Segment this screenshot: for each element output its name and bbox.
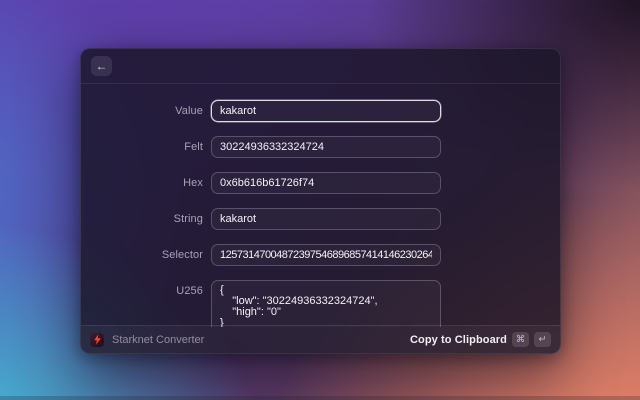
form-row-selector: Selector bbox=[81, 244, 560, 266]
command-key-icon: ⌘ bbox=[512, 332, 529, 347]
titlebar: ← bbox=[81, 49, 560, 84]
form-row-value: Value bbox=[81, 100, 560, 122]
selector-label: Selector bbox=[161, 249, 203, 261]
felt-label: Felt bbox=[184, 141, 203, 153]
value-label: Value bbox=[175, 105, 203, 117]
form-row-u256: U256 { "low": "30224936332324724", "high… bbox=[81, 280, 560, 327]
footer-bar: Starknet Converter Copy to Clipboard ⌘ ↵ bbox=[81, 325, 560, 353]
form-row-string: String bbox=[81, 208, 560, 230]
copy-to-clipboard-button[interactable]: Copy to Clipboard ⌘ ↵ bbox=[410, 332, 551, 347]
form-row-hex: Hex bbox=[81, 172, 560, 194]
lightning-bolt-icon bbox=[90, 332, 104, 347]
string-label: String bbox=[173, 213, 203, 225]
copy-to-clipboard-label: Copy to Clipboard bbox=[409, 333, 507, 346]
app-name: Starknet Converter bbox=[112, 333, 205, 346]
back-arrow-icon: ← bbox=[95, 59, 108, 73]
return-key-icon: ↵ bbox=[534, 332, 551, 347]
app-window: ← Value Felt Hex String Selector U256 { … bbox=[80, 48, 561, 354]
u256-label: U256 bbox=[176, 285, 203, 297]
hex-label: Hex bbox=[183, 177, 203, 189]
hex-input[interactable] bbox=[211, 172, 441, 194]
selector-input[interactable] bbox=[211, 244, 441, 266]
u256-textarea[interactable]: { "low": "30224936332324724", "high": "0… bbox=[211, 280, 441, 327]
form-content: Value Felt Hex String Selector U256 { "l… bbox=[81, 84, 560, 327]
felt-input[interactable] bbox=[211, 136, 441, 158]
form-row-felt: Felt bbox=[81, 136, 560, 158]
screen-bottom-edge bbox=[0, 396, 640, 400]
back-button[interactable]: ← bbox=[91, 56, 112, 76]
value-input[interactable] bbox=[211, 100, 441, 122]
string-input[interactable] bbox=[211, 208, 441, 230]
